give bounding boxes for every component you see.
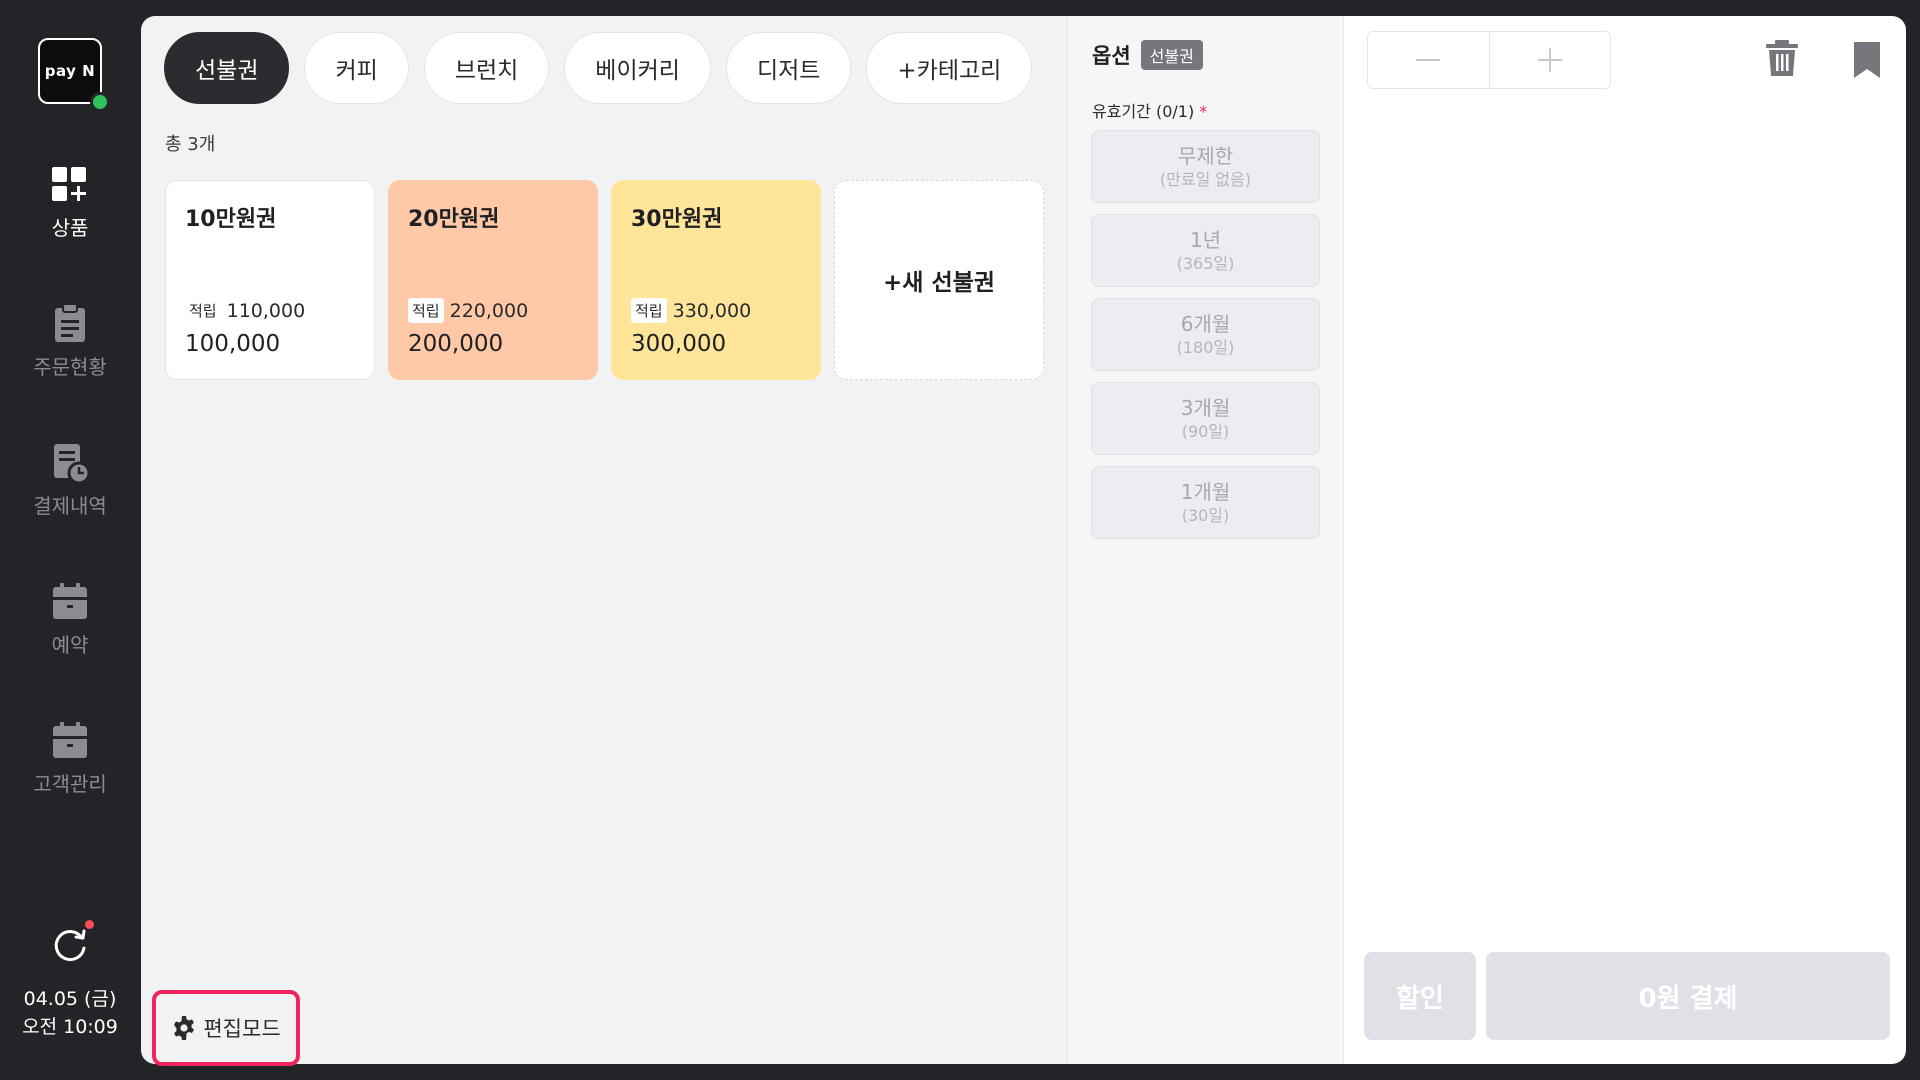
sidebar-item-orders[interactable]: 주문현황 <box>0 302 140 402</box>
calendar-icon <box>53 722 87 758</box>
product-price: 300,000 <box>631 331 727 357</box>
datetime: 04.05 (금) 오전 10:09 <box>0 985 140 1041</box>
logo-text: pay N <box>44 62 96 80</box>
product-price: 200,000 <box>408 331 504 357</box>
validity-label: 유효기간 (0/1) * <box>1092 98 1207 122</box>
points-value: 110,000 <box>226 299 306 322</box>
option-detail: (180일) <box>1176 337 1235 357</box>
points-badge: 적립 <box>408 298 444 323</box>
category-tabs: 선불권 커피 브런치 베이커리 디저트 +카테고리 <box>164 32 1033 104</box>
product-count: 총 3개 <box>165 134 216 155</box>
points-badge: 적립 <box>185 298 221 323</box>
option-title: 3개월 <box>1180 395 1231 420</box>
option-title: 1개월 <box>1180 479 1231 504</box>
option-title: 무제한 <box>1177 143 1234 168</box>
refresh-icon <box>54 929 86 962</box>
option-detail: (만료일 없음) <box>1159 169 1252 189</box>
points-value: 330,000 <box>672 299 752 322</box>
required-mark: * <box>1199 102 1208 121</box>
receipt-clock-icon <box>54 444 91 485</box>
tab-brunch[interactable]: 브런치 <box>423 32 550 104</box>
option-detail: (365일) <box>1176 253 1235 273</box>
pay-button[interactable]: 0원 결제 <box>1486 952 1890 1040</box>
increase-button[interactable] <box>1488 32 1611 88</box>
product-card[interactable]: 20만원권 적립 220,000 200,000 <box>388 180 598 380</box>
calendar-icon <box>53 583 87 619</box>
date-text: 04.05 (금) <box>23 988 117 1010</box>
cart-panel: 할인 0원 결제 <box>1344 16 1906 1064</box>
discount-button[interactable]: 할인 <box>1364 952 1476 1040</box>
refresh-button[interactable] <box>50 920 94 964</box>
option-1-year[interactable]: 1년 (365일) <box>1091 214 1320 287</box>
options-title: 옵션 <box>1092 44 1131 68</box>
option-6-months[interactable]: 6개월 (180일) <box>1091 298 1320 371</box>
bookmark-button[interactable] <box>1850 40 1884 80</box>
trash-icon <box>1766 40 1798 76</box>
product-points: 적립 110,000 <box>185 298 305 323</box>
product-points: 적립 220,000 <box>408 298 528 323</box>
product-catalog-panel: 선불권 커피 브런치 베이커리 디저트 +카테고리 총 3개 10만원권 적립 … <box>141 16 1067 1066</box>
tab-coffee[interactable]: 커피 <box>304 32 409 104</box>
plus-icon <box>1537 48 1562 72</box>
product-name: 20만원권 <box>408 207 500 232</box>
delete-button[interactable] <box>1762 38 1802 78</box>
tab-bakery[interactable]: 베이커리 <box>564 32 711 104</box>
add-category-button[interactable]: +카테고리 <box>866 32 1033 104</box>
option-detail: (30일) <box>1181 505 1230 525</box>
edit-mode-label: 편집모드 <box>203 1017 281 1041</box>
option-detail: (90일) <box>1181 421 1230 441</box>
options-panel: 옵션 선불권 유효기간 (0/1) * 무제한 (만료일 없음) 1년 (365… <box>1067 16 1344 1064</box>
option-unlimited[interactable]: 무제한 (만료일 없음) <box>1091 130 1320 203</box>
sidebar-item-customers[interactable]: 고객관리 <box>0 719 140 819</box>
points-value: 220,000 <box>449 299 529 322</box>
tab-dessert[interactable]: 디저트 <box>725 32 852 104</box>
sidebar-item-products[interactable]: 상품 <box>0 163 140 263</box>
tab-prepaid[interactable]: 선불권 <box>164 32 290 104</box>
sidebar-item-label: 주문현황 <box>33 355 107 379</box>
sidebar-item-label: 결제내역 <box>33 494 107 518</box>
add-product-card[interactable]: +새 선불권 <box>834 180 1044 380</box>
notification-dot <box>85 920 94 929</box>
product-points: 적립 330,000 <box>631 298 751 323</box>
product-name: 10만원권 <box>185 207 277 232</box>
validity-options: 무제한 (만료일 없음) 1년 (365일) 6개월 (180일) 3개월 (9… <box>1091 130 1320 539</box>
time-text: 오전 10:09 <box>22 1016 118 1038</box>
online-status-dot <box>90 92 110 112</box>
options-header: 옵션 선불권 <box>1092 40 1203 70</box>
minus-icon <box>1416 59 1441 61</box>
app-logo[interactable]: pay N <box>38 38 110 112</box>
sidebar-item-label: 고객관리 <box>33 772 107 796</box>
options-category-tag: 선불권 <box>1140 40 1203 70</box>
sidebar-item-reservations[interactable]: 예약 <box>0 580 140 680</box>
validity-label-text: 유효기간 (0/1) <box>1092 102 1195 121</box>
points-badge: 적립 <box>631 298 667 323</box>
grid-plus-icon <box>52 167 86 201</box>
clipboard-icon <box>55 303 85 342</box>
sidebar-item-payments[interactable]: 결제내역 <box>0 441 140 541</box>
product-card[interactable]: 30만원권 적립 330,000 300,000 <box>611 180 821 380</box>
option-title: 6개월 <box>1180 311 1231 336</box>
option-1-month[interactable]: 1개월 (30일) <box>1091 466 1320 539</box>
sidebar: pay N 상품 주문현황 결제내역 예약 고객관리 04.05 (금) 오전 … <box>0 0 140 1080</box>
decrease-button[interactable] <box>1368 32 1489 88</box>
product-grid: 10만원권 적립 110,000 100,000 20만원권 적립 220,00… <box>165 180 1044 380</box>
add-product-label: +새 선불권 <box>883 270 995 296</box>
sidebar-item-label: 예약 <box>51 633 89 657</box>
edit-mode-button[interactable]: 편집모드 <box>152 990 300 1066</box>
product-name: 30만원권 <box>631 207 723 232</box>
sidebar-item-label: 상품 <box>51 216 89 240</box>
product-price: 100,000 <box>185 331 281 357</box>
option-title: 1년 <box>1189 227 1222 252</box>
bookmark-icon <box>1854 42 1880 78</box>
product-card[interactable]: 10만원권 적립 110,000 100,000 <box>165 180 375 380</box>
option-3-months[interactable]: 3개월 (90일) <box>1091 382 1320 455</box>
quantity-stepper <box>1367 31 1611 89</box>
gear-icon <box>174 1016 195 1040</box>
